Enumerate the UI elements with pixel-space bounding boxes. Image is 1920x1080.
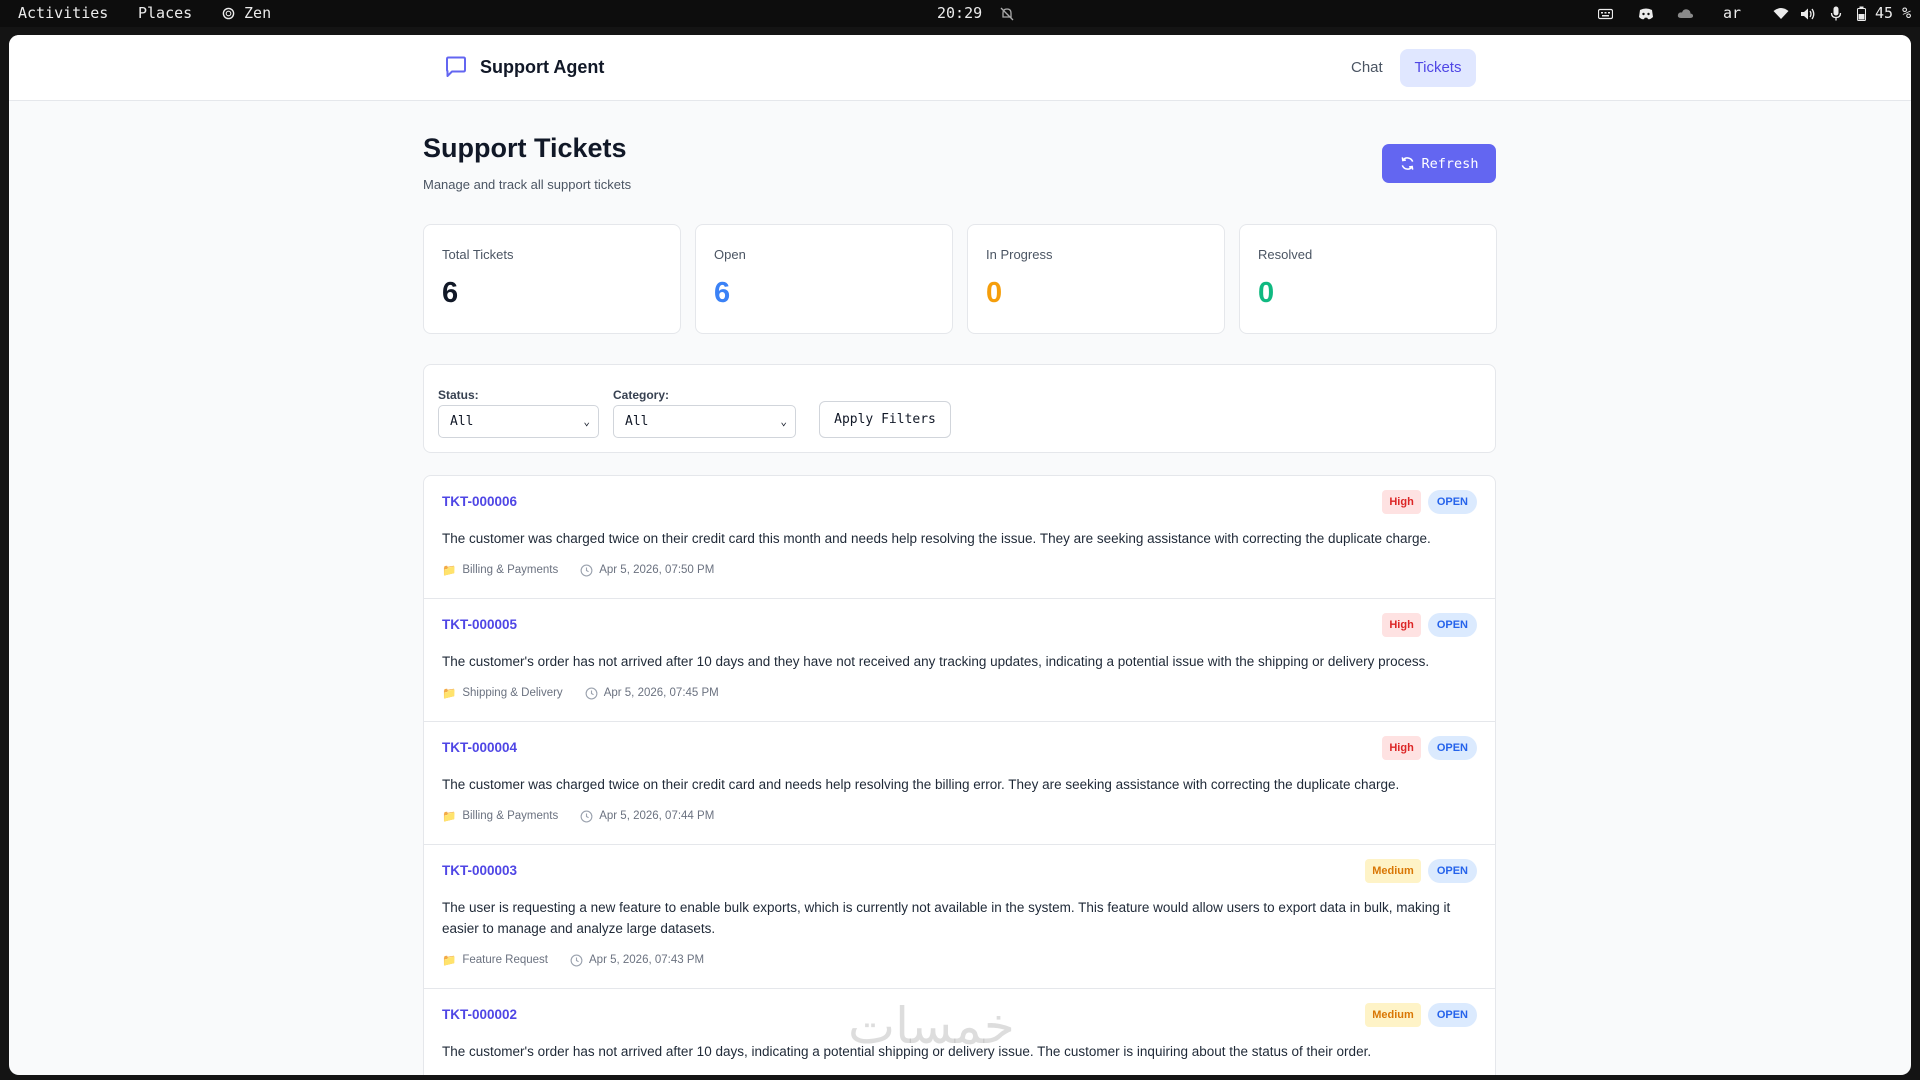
status-badge: OPEN [1427,736,1477,760]
chat-bubble-icon [446,56,466,77]
clock[interactable]: 20:29 [937,4,982,22]
ticket-row[interactable]: TKT-000006 High OPEN The customer was ch… [424,476,1495,599]
stat-value: 6 [714,277,731,309]
clock-icon [585,687,598,699]
stat-value: 6 [442,277,459,309]
ticket-description: The customer's order has not arrived aft… [442,654,1430,669]
stat-label: Open [714,247,746,262]
ticket-meta: 📁 Shipping & Delivery Apr 5, 2026, 07:45… [442,686,719,700]
system-top-bar: Activities Places Zen 20:29 ar 45 % [0,0,1920,27]
ticket-row[interactable]: TKT-000004 High OPEN The customer was ch… [424,722,1495,845]
stat-card-resolved: Resolved 0 [1239,224,1497,334]
status-badge: OPEN [1427,613,1477,637]
nav-tickets[interactable]: Tickets [1400,49,1476,87]
clock-icon [570,954,583,966]
notifications-muted-icon[interactable] [1000,4,1014,22]
battery-indicator[interactable]: 45 % [1857,4,1911,22]
keyboard-tray-icon[interactable] [1598,4,1613,22]
refresh-icon [1401,157,1413,170]
status-filter-label: Status: [438,388,479,402]
nav-chat[interactable]: Chat [1336,49,1398,87]
ticket-description: The customer was charged twice on their … [442,531,1431,546]
places-menu[interactable]: Places [138,4,192,22]
apply-filters-button[interactable]: Apply Filters [819,401,951,438]
filter-panel: Status: All ⌄ Category: All ⌄ Apply Filt… [423,364,1496,453]
priority-badge: Medium [1365,1003,1421,1027]
ticket-row[interactable]: TKT-000005 High OPEN The customer's orde… [424,599,1495,722]
stat-card-total: Total Tickets 6 [423,224,681,334]
ticket-id[interactable]: TKT-000006 [442,494,517,509]
refresh-button[interactable]: Refresh [1382,144,1496,183]
ticket-description: The customer was charged twice on their … [442,777,1400,792]
folder-icon: 📁 [442,811,457,823]
status-badge: OPEN [1427,490,1477,514]
status-badge: OPEN [1427,859,1477,883]
brand[interactable]: Support Agent [444,55,604,79]
battery-percent: 45 % [1875,4,1912,22]
stat-value: 0 [986,277,1003,309]
activities-button[interactable]: Activities [18,4,108,22]
zen-app-icon [222,7,235,20]
stat-label: Total Tickets [442,247,514,262]
ticket-date: Apr 5, 2026, 07:45 PM [603,687,719,699]
folder-icon: 📁 [442,565,457,577]
ticket-list: TKT-000006 High OPEN The customer was ch… [423,475,1496,1075]
ticket-date: Apr 5, 2026, 07:50 PM [599,564,715,576]
ticket-description: The user is requesting a new feature to … [442,900,1451,936]
chevron-down-icon: ⌄ [780,415,787,428]
ticket-category: Feature Request [462,954,548,966]
browser-window: Support Agent Chat Tickets Support Ticke… [9,35,1911,1075]
wifi-icon[interactable] [1773,4,1789,22]
folder-icon: 📁 [442,955,457,967]
refresh-label: Refresh [1421,155,1479,172]
ticket-row[interactable]: TKT-000003 Medium OPEN The user is reque… [424,845,1495,989]
priority-badge: High [1382,736,1421,760]
stat-label: Resolved [1258,247,1313,262]
status-select-value: All [450,414,474,429]
clock-icon [580,564,593,576]
priority-badge: High [1382,613,1421,637]
discord-tray-icon[interactable] [1638,4,1654,22]
status-select[interactable]: All ⌄ [438,405,599,438]
microphone-icon[interactable] [1830,4,1842,22]
ticket-date: Apr 5, 2026, 07:43 PM [589,954,705,966]
clock-icon [580,810,593,822]
ticket-id[interactable]: TKT-000002 [442,1007,517,1022]
battery-icon [1857,6,1866,21]
priority-badge: Medium [1365,859,1421,883]
page-subtitle: Manage and track all support tickets [423,177,632,192]
app-header: Support Agent Chat Tickets [9,35,1911,101]
focused-app-name: Zen [244,4,272,22]
ticket-category: Shipping & Delivery [462,687,563,699]
focused-app-menu[interactable]: Zen [222,4,271,22]
folder-icon: 📁 [442,688,457,700]
volume-icon[interactable] [1800,4,1816,22]
ticket-meta: 📁 Feature Request Apr 5, 2026, 07:43 PM [442,953,704,967]
cloud-tray-icon[interactable] [1677,4,1694,22]
ticket-date: Apr 5, 2026, 07:44 PM [599,810,715,822]
ticket-id[interactable]: TKT-000005 [442,617,517,632]
category-filter-label: Category: [613,388,670,402]
category-select-value: All [625,414,649,429]
chevron-down-icon: ⌄ [583,415,590,428]
keyboard-layout-indicator[interactable]: ar [1723,4,1741,22]
stat-label: In Progress [986,247,1053,262]
stat-value: 0 [1258,277,1275,309]
ticket-meta: 📁 Billing & Payments Apr 5, 2026, 07:50 … [442,563,714,577]
status-badge: OPEN [1427,1003,1477,1027]
priority-badge: High [1382,490,1421,514]
ticket-id[interactable]: TKT-000003 [442,863,517,878]
category-select[interactable]: All ⌄ [613,405,796,438]
ticket-id[interactable]: TKT-000004 [442,740,517,755]
page-title: Support Tickets [423,133,627,163]
ticket-category: Billing & Payments [462,564,559,576]
app-title: Support Agent [480,56,605,77]
watermark: خمسات [848,997,1015,1055]
stat-card-open: Open 6 [695,224,953,334]
ticket-category: Billing & Payments [462,810,559,822]
stat-card-in-progress: In Progress 0 [967,224,1225,334]
ticket-meta: 📁 Billing & Payments Apr 5, 2026, 07:44 … [442,809,714,823]
